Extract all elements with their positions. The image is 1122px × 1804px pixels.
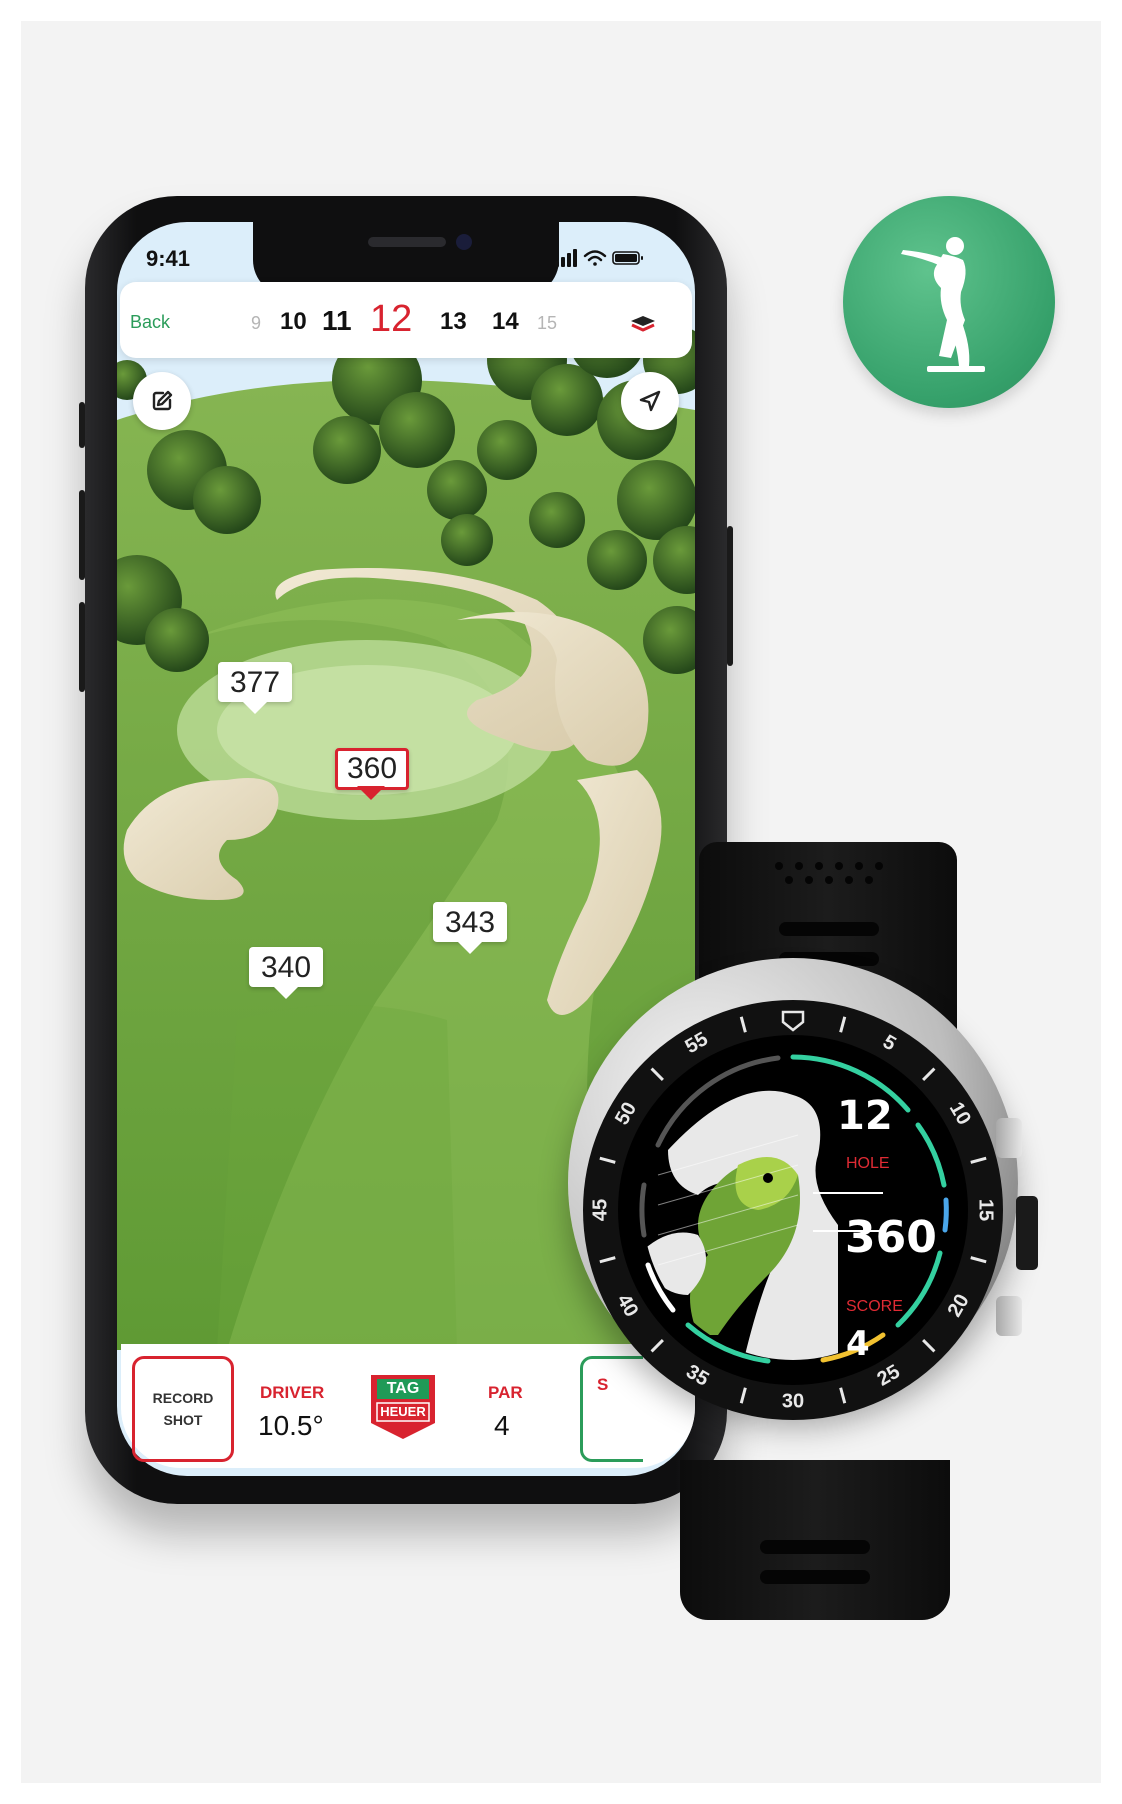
bezel-tick [970, 1256, 987, 1264]
driver-value: 10.5° [258, 1410, 324, 1441]
bezel-shield-marker [781, 1010, 805, 1032]
driver-label: DRIVER [260, 1383, 325, 1402]
bezel-tick [839, 1387, 847, 1404]
phone-speaker [368, 237, 446, 247]
bezel-tick [970, 1156, 987, 1164]
bezel-tick [599, 1256, 616, 1264]
edit-icon[interactable] [133, 372, 191, 430]
hole-14[interactable]: 14 [492, 308, 519, 336]
tag-heuer-logo: TAG HEUER [367, 1373, 439, 1441]
wifi-icon [583, 250, 607, 266]
bezel-number-35: 35 [682, 1361, 712, 1391]
phone-volume-down [79, 602, 85, 692]
phone-volume-up [79, 490, 85, 580]
status-icons [555, 247, 655, 274]
layers-icon[interactable] [629, 312, 657, 341]
bezel-tick [739, 1387, 747, 1404]
phone-power-button [727, 526, 733, 666]
watch-score-label: SCORE [846, 1298, 903, 1315]
bezel-tick [650, 1339, 664, 1353]
bezel-number-30: 30 [782, 1390, 804, 1412]
navigation-arrow-icon[interactable] [621, 372, 679, 430]
bezel-tick [839, 1016, 847, 1033]
bezel-number-20: 20 [944, 1291, 974, 1321]
hole-13[interactable]: 13 [440, 308, 467, 336]
hole-12[interactable]: 12 [370, 298, 412, 341]
golf-app-badge [843, 196, 1055, 408]
bezel-tick [739, 1016, 747, 1033]
bezel-number-55: 55 [682, 1028, 712, 1058]
distance-marker-377[interactable]: 377 [218, 662, 292, 714]
watch-dial [618, 1035, 968, 1385]
watch-score-value: 4 [846, 1324, 870, 1364]
watch-hole-label: HOLE [846, 1155, 890, 1172]
record-label-line1: RECORD [152, 1390, 214, 1406]
bezel-number-10: 10 [945, 1099, 975, 1129]
marker-pointer [272, 985, 300, 999]
signal-icon [555, 249, 577, 267]
hole-11[interactable]: 11 [322, 305, 352, 337]
phone-camera [456, 234, 472, 250]
watch-distance-value: 360 [845, 1212, 937, 1263]
bezel-number-40: 40 [612, 1291, 642, 1321]
bezel-number-45: 45 [589, 1199, 611, 1221]
par-value: 4 [494, 1410, 510, 1441]
hole-15[interactable]: 15 [537, 313, 557, 334]
distance-marker-343[interactable]: 343 [433, 902, 507, 954]
marker-value: 360 [335, 748, 409, 790]
watch-strap-bottom [680, 1460, 950, 1620]
logo-text-heuer: HEUER [380, 1404, 426, 1419]
marker-value: 340 [249, 947, 323, 987]
hole-10[interactable]: 10 [280, 308, 307, 336]
distance-marker-360-pin[interactable]: 360 [335, 748, 409, 800]
bezel-number-5: 5 [879, 1031, 900, 1056]
bezel-number-50: 50 [611, 1099, 641, 1129]
marker-value: 343 [433, 902, 507, 942]
marker-pointer [456, 940, 484, 954]
bezel-tick [922, 1339, 936, 1353]
golfer-icon [901, 237, 985, 372]
logo-text-tag: TAG [386, 1380, 420, 1397]
marker-pointer [357, 786, 385, 800]
bezel-number-15: 15 [975, 1199, 997, 1221]
hole-9[interactable]: 9 [251, 313, 261, 334]
distance-marker-340[interactable]: 340 [249, 947, 323, 999]
battery-icon [612, 251, 643, 265]
watch-hole-number: 12 [837, 1093, 893, 1139]
back-button[interactable]: Back [130, 312, 170, 333]
record-shot-button[interactable]: RECORD SHOT [132, 1356, 234, 1462]
bezel-number-25: 25 [874, 1361, 904, 1391]
watch-crown[interactable] [1016, 1196, 1038, 1270]
bezel-tick [922, 1067, 936, 1081]
par-label: PAR [488, 1383, 523, 1402]
bezel-tick [650, 1067, 664, 1081]
phone-mute-switch [79, 402, 85, 448]
bezel-tick [599, 1156, 616, 1164]
marker-pointer [241, 700, 269, 714]
record-label-line2: SHOT [163, 1412, 203, 1428]
status-time: 9:41 [146, 246, 191, 271]
marker-value: 377 [218, 662, 292, 702]
